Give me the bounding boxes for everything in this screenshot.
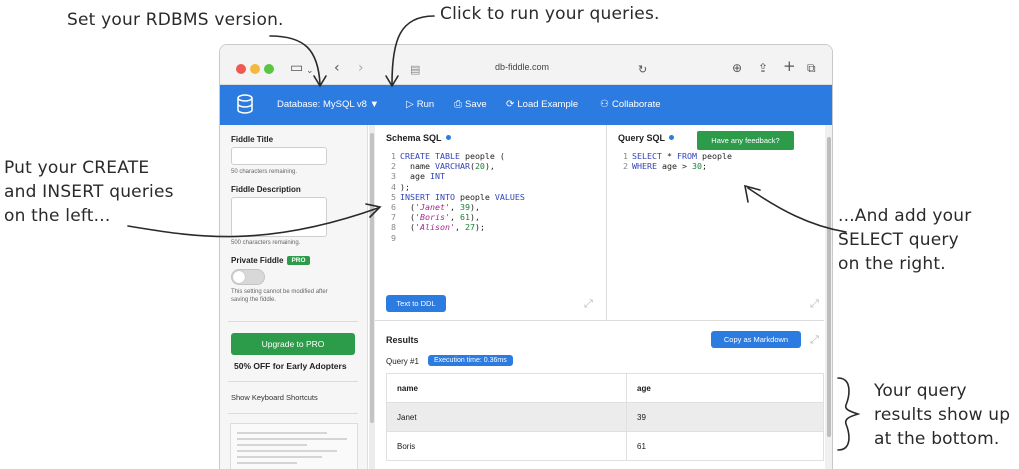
share-icon[interactable]: ⇪ — [758, 58, 768, 78]
feedback-button[interactable]: Have any feedback? — [697, 131, 794, 150]
address-bar[interactable]: db-fiddle.com — [495, 62, 549, 72]
table-header-row: name age — [386, 373, 824, 403]
fiddle-title-label: Fiddle Title — [231, 135, 274, 144]
annotation-rdbms: Set your RDBMS version. — [67, 10, 284, 30]
main-scrollbar[interactable] — [825, 125, 832, 469]
expand-icon[interactable]: ⤢ — [584, 297, 593, 311]
text-to-ddl-button[interactable]: Text to DDL — [386, 295, 446, 312]
pro-badge: PRO — [287, 256, 310, 265]
annotation-right: ...And add your SELECT query on the right. — [838, 206, 972, 274]
schema-sql-title: Schema SQL — [386, 133, 451, 143]
maximize-window-button[interactable] — [264, 64, 274, 74]
table-cell: 39 — [626, 402, 824, 432]
table-row: Janet 39 — [386, 402, 824, 432]
play-icon: ▷ — [406, 99, 414, 110]
sidebar-divider — [228, 321, 358, 322]
collaborate-button[interactable]: ⚇ Collaborate — [600, 98, 661, 112]
results-title: Results — [386, 335, 419, 345]
expand-icon[interactable]: ⤢ — [810, 333, 819, 347]
sidebar-icon[interactable]: ▭ — [290, 58, 303, 78]
description-char-count: 500 characters remaining. — [231, 240, 301, 246]
sidebar: Fiddle Title 50 characters remaining. Fi… — [220, 125, 368, 469]
table-cell: Janet — [386, 402, 627, 432]
refresh-icon: ⟳ — [506, 99, 515, 110]
database-logo-icon — [237, 94, 253, 114]
database-version-select[interactable]: Database: MySQL v8 ▼ — [277, 98, 379, 112]
schema-sql-editor[interactable]: 1 CREATE TABLE people ( 2 name VARCHAR(20… — [386, 151, 525, 243]
fiddle-title-input[interactable] — [231, 147, 327, 165]
caret-down-icon: ▼ — [369, 99, 379, 110]
column-header: name — [386, 373, 627, 403]
title-char-count: 50 characters remaining. — [231, 169, 298, 175]
upgrade-to-pro-button[interactable]: Upgrade to PRO — [231, 333, 355, 355]
sidebar-divider — [228, 381, 358, 382]
close-window-button[interactable] — [236, 64, 246, 74]
results-brace — [837, 377, 861, 451]
app-navbar: Database: MySQL v8 ▼ ▷ Run ⎙ Save ⟳ Load Ex… — [220, 85, 832, 125]
minimize-window-button[interactable] — [250, 64, 260, 74]
table-cell: 61 — [626, 431, 824, 461]
users-icon: ⚇ — [600, 99, 609, 110]
page-icon: ▤ — [410, 63, 421, 76]
annotation-left: Put your CREATE and INSERT queries on the … — [4, 158, 174, 226]
save-button[interactable]: ⎙ Save — [454, 98, 487, 112]
results-table: name age Janet 39 Boris 61 — [386, 373, 824, 461]
download-icon[interactable]: ⊕ — [732, 58, 742, 78]
fiddle-description-label: Fiddle Description — [231, 185, 301, 194]
query-sql-editor[interactable]: 1 SELECT * FROM people 2 WHERE age > 30; — [618, 151, 732, 171]
fiddle-description-input[interactable] — [231, 197, 327, 237]
sidebar-ad[interactable] — [230, 423, 358, 469]
annotation-bottom: Your query results show up at the bottom. — [874, 381, 1011, 449]
info-dot-icon — [445, 135, 451, 140]
new-tab-icon[interactable]: + — [783, 56, 796, 76]
browser-titlebar: ▭ ⌄ ‹ › ▤ db-fiddle.com ↻ ⊕ ⇪ + ⧉ — [220, 45, 832, 85]
private-note-line2: saving the fiddle. — [231, 297, 277, 303]
run-button[interactable]: ▷ Run — [406, 98, 434, 112]
save-icon: ⎙ — [454, 99, 462, 110]
table-cell: Boris — [386, 431, 627, 461]
tabs-icon[interactable]: ⧉ — [807, 58, 816, 78]
back-icon[interactable]: ‹ — [334, 58, 340, 78]
expand-icon[interactable]: ⤢ — [810, 297, 819, 311]
sidebar-divider — [228, 413, 358, 414]
results-divider[interactable] — [375, 320, 824, 321]
chevron-down-icon[interactable]: ⌄ — [306, 61, 314, 81]
browser-window: ▭ ⌄ ‹ › ▤ db-fiddle.com ↻ ⊕ ⇪ + ⧉ Databa… — [219, 44, 833, 469]
early-adopters-text: 50% OFF for Early Adopters — [234, 361, 347, 371]
query-number: Query #1 — [386, 357, 419, 366]
copy-as-markdown-button[interactable]: Copy as Markdown — [711, 331, 801, 348]
annotation-run: Click to run your queries. — [440, 4, 660, 24]
editor-divider[interactable] — [606, 125, 607, 320]
private-fiddle-label: Private Fiddle PRO — [231, 256, 310, 265]
column-header: age — [626, 373, 824, 403]
table-row: Boris 61 — [386, 431, 824, 461]
keyboard-shortcuts-link[interactable]: Show Keyboard Shortcuts — [231, 393, 318, 402]
query-sql-title: Query SQL — [618, 133, 675, 143]
private-note-line1: This setting cannot be modified after — [231, 289, 328, 295]
execution-time-badge: Execution time: 0.36ms — [428, 355, 513, 366]
private-fiddle-toggle[interactable] — [231, 269, 265, 285]
reload-icon[interactable]: ↻ — [638, 60, 647, 80]
forward-icon[interactable]: › — [358, 58, 364, 78]
info-dot-icon — [669, 135, 675, 140]
load-example-button[interactable]: ⟳ Load Example — [506, 98, 578, 112]
sidebar-scrollbar[interactable] — [369, 125, 375, 469]
